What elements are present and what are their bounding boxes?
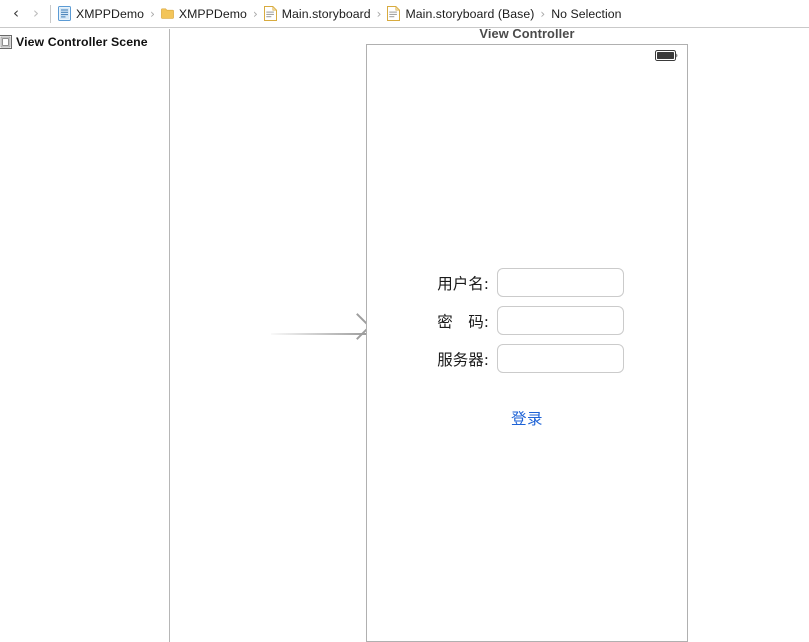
breadcrumb-separator: ›: [150, 6, 155, 21]
password-label: 密 码:: [437, 312, 489, 331]
xcode-project-icon: [58, 6, 71, 21]
view-controller-scene[interactable]: View Controller 用户名: 密 码: 服务器: 登录: [366, 29, 688, 642]
breadcrumb-label: XMPPDemo: [178, 6, 247, 21]
breadcrumb-separator: ›: [252, 6, 258, 21]
login-form: 用户名: 密 码: 服务器: 登录: [367, 45, 687, 641]
outline-item-label: View Controller Scene: [16, 35, 148, 49]
username-input[interactable]: [497, 268, 624, 297]
server-label: 服务器:: [437, 350, 489, 369]
outline-item-view-controller-scene[interactable]: View Controller Scene: [0, 32, 169, 52]
breadcrumb-separator: ›: [540, 6, 546, 21]
form-row-password: 密 码:: [415, 306, 651, 335]
login-button[interactable]: 登录: [367, 407, 687, 429]
toolbar-divider: [50, 4, 51, 23]
document-outline-panel: View Controller Scene: [0, 29, 170, 642]
device-frame[interactable]: 用户名: 密 码: 服务器: 登录: [366, 44, 688, 642]
breadcrumb: ‹ › XMPPDemo › XMPPDemo › Main.storyboar…: [0, 0, 809, 28]
breadcrumb-separator: ›: [376, 6, 382, 21]
breadcrumb-label: XMPPDemo: [76, 6, 145, 21]
breadcrumb-label: Main.storyboard (Base): [405, 6, 535, 21]
breadcrumb-trail: XMPPDemo › XMPPDemo › Main.storyboard › …: [57, 0, 623, 27]
forward-chevron-icon[interactable]: ›: [26, 3, 46, 25]
form-row-server: 服务器:: [415, 344, 651, 373]
storyboard-canvas[interactable]: View Controller 用户名: 密 码: 服务器: 登录: [171, 29, 809, 642]
login-button-label: 登录: [510, 410, 543, 428]
xcode-storyboard-window: ‹ › XMPPDemo › XMPPDemo › Main.storyboar…: [0, 0, 809, 642]
password-input[interactable]: [497, 306, 624, 335]
server-input[interactable]: [497, 344, 624, 373]
page-title: View Controller: [479, 29, 575, 41]
breadcrumb-label: No Selection: [551, 6, 622, 21]
navigation-arrows: ‹ ›: [6, 0, 46, 27]
view-controller-scene-icon: [0, 35, 12, 49]
scene-title-bar: View Controller: [366, 29, 688, 45]
breadcrumb-item-selection[interactable]: No Selection: [550, 0, 622, 27]
storyboard-file-icon: [387, 6, 401, 21]
breadcrumb-item-project[interactable]: XMPPDemo: [57, 0, 145, 27]
username-label: 用户名:: [437, 274, 489, 293]
storyboard-file-icon: [263, 6, 277, 21]
form-row-username: 用户名:: [415, 268, 651, 297]
breadcrumb-item-storyboard-base[interactable]: Main.storyboard (Base): [386, 0, 535, 27]
breadcrumb-label: Main.storyboard: [281, 6, 371, 21]
folder-icon: [161, 8, 174, 19]
breadcrumb-item-group[interactable]: XMPPDemo: [160, 0, 248, 27]
breadcrumb-item-storyboard[interactable]: Main.storyboard: [263, 0, 372, 27]
back-chevron-icon[interactable]: ‹: [6, 3, 26, 25]
